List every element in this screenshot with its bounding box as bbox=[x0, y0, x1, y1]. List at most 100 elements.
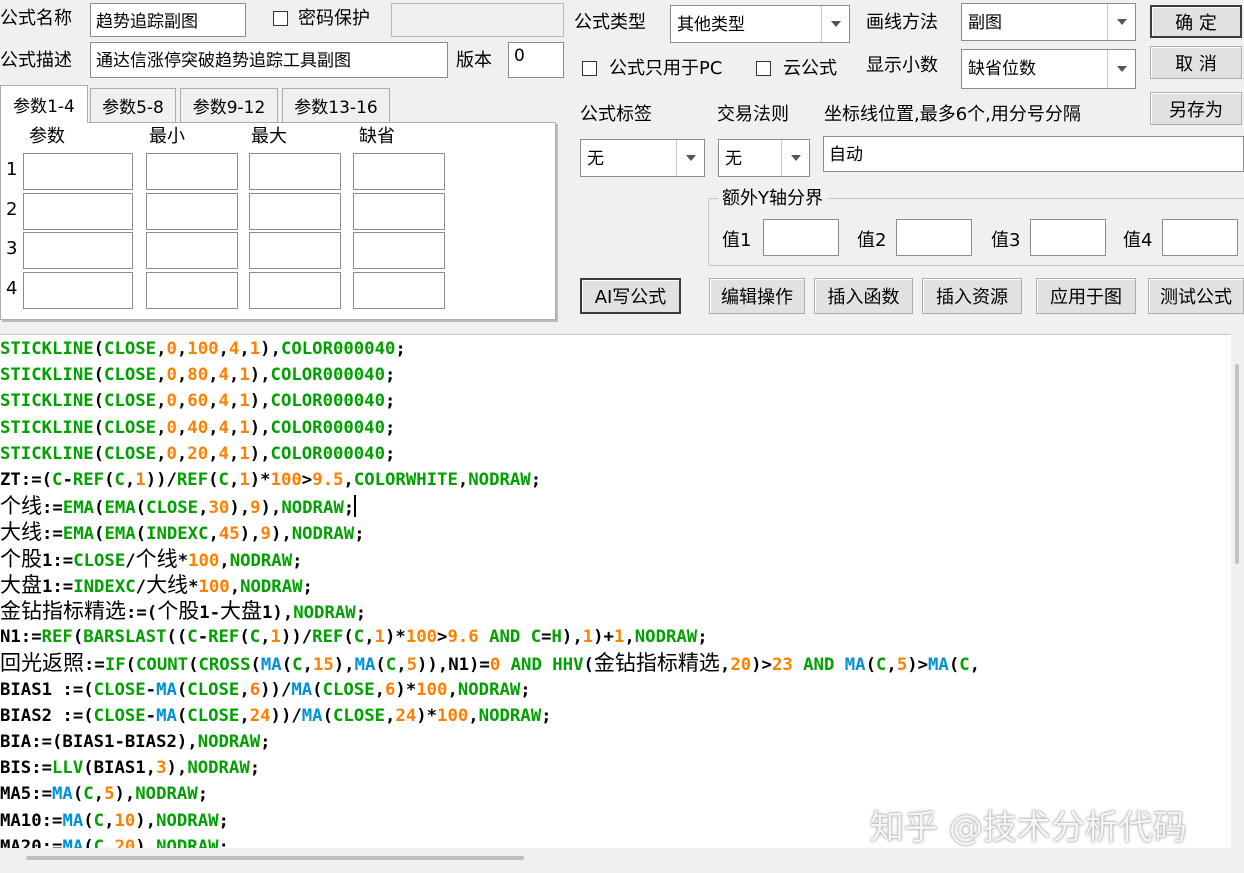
scrollbar-thumb[interactable] bbox=[1235, 364, 1239, 564]
code-token: ), bbox=[249, 443, 271, 464]
code-line[interactable]: 大线:=EMA(EMA(INDEXC,45),9),NODRAW; bbox=[0, 519, 365, 545]
chevron-down-icon[interactable] bbox=[821, 6, 849, 42]
param-1-min-field[interactable] bbox=[146, 153, 238, 190]
coord-label: 坐标线位置,最多6个,用分号分隔 bbox=[824, 104, 1081, 125]
code-token: ( bbox=[176, 705, 188, 726]
edit-ops-button[interactable]: 编辑操作 bbox=[709, 278, 805, 314]
code-token: * bbox=[188, 576, 199, 597]
formula-desc-field[interactable]: 通达信涨停突破趋势追踪工具副图 bbox=[90, 42, 448, 78]
param-2-min-field[interactable] bbox=[146, 193, 238, 230]
value2-field[interactable] bbox=[896, 219, 972, 256]
formula-type-select[interactable]: 其他类型 bbox=[670, 5, 850, 43]
param-2-max-field[interactable] bbox=[249, 193, 341, 230]
tab-params-13-16[interactable]: 参数13-16 bbox=[282, 88, 390, 122]
param-4-max-field[interactable] bbox=[249, 272, 341, 309]
decimals-select[interactable]: 缺省位数 bbox=[961, 49, 1136, 89]
coord-field[interactable]: 自动 bbox=[823, 136, 1244, 172]
code-line[interactable]: N1:=REF(BARSLAST((C-REF(C,1))/REF(C,1)*1… bbox=[0, 624, 708, 650]
code-line[interactable]: ZT:=(C-REF(C,1))/REF(C,1)*100>9.5,COLORW… bbox=[0, 467, 541, 493]
save-as-button[interactable]: 另存为 bbox=[1150, 92, 1242, 125]
code-token: ( bbox=[176, 679, 188, 700]
formula-name-field[interactable]: 趋势追踪副图 bbox=[90, 3, 246, 37]
code-token: ( bbox=[250, 655, 261, 676]
param-4-name-field[interactable] bbox=[23, 272, 133, 309]
code-line[interactable]: 个股1:=CLOSE/个线*100,NODRAW; bbox=[0, 546, 303, 572]
insert-function-button[interactable]: 插入函数 bbox=[814, 278, 913, 314]
code-token: ( bbox=[72, 627, 84, 648]
chevron-down-icon[interactable] bbox=[1107, 50, 1135, 88]
code-token: ; bbox=[354, 524, 365, 545]
chevron-down-icon[interactable] bbox=[1107, 4, 1135, 40]
code-line[interactable]: BIS:=LLV(BIAS1,3),NODRAW; bbox=[0, 755, 260, 781]
code-line[interactable]: STICKLINE(CLOSE,0,60,4,1),COLOR000040; bbox=[0, 388, 395, 414]
code-line[interactable]: MA10:=MA(C,10),NODRAW; bbox=[0, 808, 229, 834]
code-line[interactable]: MA20:=MA(C,20),NODRAW; bbox=[0, 834, 229, 848]
code-token: COLOR000040 bbox=[270, 391, 385, 412]
horizontal-scrollbar-thumb[interactable] bbox=[26, 856, 524, 860]
ok-button[interactable]: 确 定 bbox=[1150, 5, 1242, 38]
vertical-scrollbar[interactable] bbox=[1231, 334, 1244, 848]
test-formula-button[interactable]: 测试公式 bbox=[1148, 278, 1244, 314]
code-line[interactable]: STICKLINE(CLOSE,0,80,4,1),COLOR000040; bbox=[0, 362, 395, 388]
value3-field[interactable] bbox=[1030, 219, 1106, 256]
param-3-default-field[interactable] bbox=[353, 232, 445, 269]
insert-resource-button[interactable]: 插入资源 bbox=[922, 278, 1022, 314]
param-3-max-field[interactable] bbox=[249, 232, 341, 269]
code-line[interactable]: STICKLINE(CLOSE,0,100,4,1),COLOR000040; bbox=[0, 336, 406, 362]
code-line[interactable]: 大盘1:=INDEXC/大线*100,NODRAW; bbox=[0, 572, 313, 598]
param-3-name-field[interactable] bbox=[23, 232, 133, 269]
cancel-button[interactable]: 取 消 bbox=[1150, 46, 1242, 79]
param-1-default-field[interactable] bbox=[353, 153, 445, 190]
code-token: ), bbox=[135, 810, 157, 831]
value1-field[interactable] bbox=[763, 219, 839, 256]
code-line[interactable]: STICKLINE(CLOSE,0,40,4,1),COLOR000040; bbox=[0, 415, 395, 441]
code-token: 1), bbox=[262, 603, 294, 623]
pc-only-checkbox[interactable] bbox=[582, 61, 597, 76]
chevron-down-icon[interactable] bbox=[781, 140, 809, 176]
version-field[interactable]: 0 bbox=[508, 42, 564, 78]
code-editor[interactable]: STICKLINE(CLOSE,0,100,4,1),COLOR000040; S… bbox=[0, 334, 1231, 848]
param-2-default-field[interactable] bbox=[353, 193, 445, 230]
formula-desc-label: 公式描述 bbox=[0, 50, 72, 71]
code-token: ( bbox=[188, 655, 199, 676]
code-line[interactable]: BIAS1 :=(CLOSE-MA(CLOSE,6))/MA(CLOSE,6)*… bbox=[0, 677, 531, 703]
code-token: - bbox=[197, 627, 209, 648]
code-token: BIS:= bbox=[0, 758, 53, 779]
draw-method-select[interactable]: 副图 bbox=[961, 3, 1136, 41]
code-line[interactable]: 回光返照:=IF(COUNT(CROSS(MA(C,15),MA(C,5)),N… bbox=[0, 650, 980, 676]
cloud-checkbox[interactable] bbox=[756, 61, 771, 76]
trade-rule-select[interactable]: 无 bbox=[718, 139, 810, 177]
chevron-down-icon[interactable] bbox=[676, 140, 704, 176]
code-line[interactable]: 个线:=EMA(EMA(CLOSE,30),9),NODRAW; bbox=[0, 493, 357, 519]
code-token: ( bbox=[125, 655, 137, 676]
password-field bbox=[391, 3, 564, 37]
apply-to-chart-button[interactable]: 应用于图 bbox=[1036, 278, 1136, 314]
code-token: C bbox=[249, 627, 261, 648]
code-token: ( bbox=[94, 498, 105, 519]
tab-params-9-12[interactable]: 参数9-12 bbox=[180, 88, 278, 122]
code-token: , bbox=[104, 836, 115, 848]
param-1-name-field[interactable] bbox=[23, 153, 133, 190]
param-1-max-field[interactable] bbox=[249, 153, 341, 190]
param-3-min-field[interactable] bbox=[146, 232, 238, 269]
tab-params-1-4[interactable]: 参数1-4 bbox=[0, 85, 88, 123]
code-line[interactable]: BIAS2 :=(CLOSE-MA(CLOSE,24))/MA(CLOSE,24… bbox=[0, 703, 552, 729]
code-line[interactable]: 金钻指标精选:=(个股1-大盘1),NODRAW; bbox=[0, 598, 366, 624]
tab-params-5-8[interactable]: 参数5-8 bbox=[90, 88, 176, 122]
value4-field[interactable] bbox=[1162, 219, 1238, 256]
password-checkbox[interactable] bbox=[273, 11, 288, 26]
code-token: 30 bbox=[208, 498, 230, 519]
code-line[interactable]: BIA:=(BIAS1-BIAS2),NODRAW; bbox=[0, 729, 271, 755]
code-token: C bbox=[83, 784, 94, 805]
ai-write-button[interactable]: AI写公式 bbox=[580, 278, 681, 314]
code-token: 100 bbox=[270, 470, 302, 490]
code-token: NODRAW bbox=[135, 784, 198, 805]
param-4-default-field[interactable] bbox=[353, 272, 445, 309]
param-4-min-field[interactable] bbox=[146, 272, 238, 309]
code-token: ; bbox=[385, 443, 396, 464]
code-line[interactable]: STICKLINE(CLOSE,0,20,4,1),COLOR000040; bbox=[0, 441, 395, 467]
formula-tag-select[interactable]: 无 bbox=[580, 139, 705, 177]
param-2-name-field[interactable] bbox=[23, 193, 133, 230]
code-line[interactable]: MA5:=MA(C,5),NODRAW; bbox=[0, 781, 208, 807]
